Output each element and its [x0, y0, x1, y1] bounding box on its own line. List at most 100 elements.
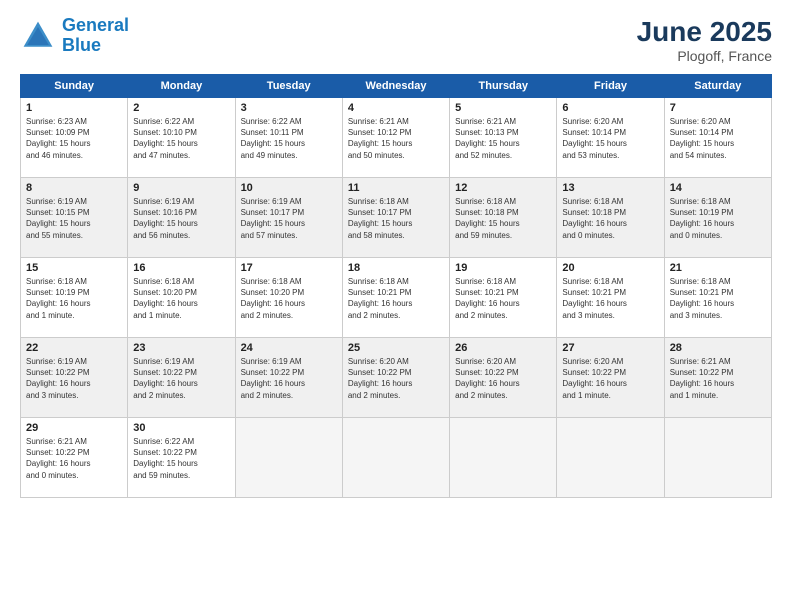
- day-number: 20: [562, 262, 658, 274]
- day-number: 11: [348, 182, 444, 194]
- logo-text: General Blue: [62, 16, 129, 56]
- day-number: 25: [348, 342, 444, 354]
- calendar-day: 19 Sunrise: 6:18 AM Sunset: 10:21 PM Dayl…: [450, 258, 557, 338]
- calendar-day: 4Sunrise: 6:21 AM Sunset: 10:12 PM Dayli…: [342, 98, 449, 178]
- day-number: 24: [241, 342, 337, 354]
- day-info: Sunrise: 6:20 AM Sunset: 10:14 PM Daylig…: [562, 116, 658, 161]
- calendar-day: [342, 418, 449, 498]
- day-info: Sunrise: 6:19 AM Sunset: 10:16 PM Daylig…: [133, 196, 229, 241]
- calendar-day: 10 Sunrise: 6:19 AM Sunset: 10:17 PM Dayl…: [235, 178, 342, 258]
- col-header-wednesday: Wednesday: [342, 75, 449, 98]
- calendar-day: 8 Sunrise: 6:19 AM Sunset: 10:15 PM Dayli…: [21, 178, 128, 258]
- day-number: 9: [133, 182, 229, 194]
- calendar-day: [664, 418, 771, 498]
- calendar-day: 27Sunrise: 6:20 AM Sunset: 10:22 PM Dayl…: [557, 338, 664, 418]
- day-number: 26: [455, 342, 551, 354]
- day-number: 12: [455, 182, 551, 194]
- day-info: Sunrise: 6:18 AM Sunset: 10:21 PM Daylig…: [670, 276, 766, 321]
- day-number: 7: [670, 102, 766, 114]
- day-info: Sunrise: 6:19 AM Sunset: 10:22 PM Daylig…: [26, 356, 122, 401]
- logo-general: General: [62, 15, 129, 35]
- day-info: Sunrise: 6:19 AM Sunset: 10:15 PM Daylig…: [26, 196, 122, 241]
- day-info: Sunrise: 6:22 AM Sunset: 10:10 PM Daylig…: [133, 116, 229, 161]
- subtitle: Plogoff, France: [637, 48, 772, 64]
- calendar-day: 3Sunrise: 6:22 AM Sunset: 10:11 PM Dayli…: [235, 98, 342, 178]
- calendar-day: 23 Sunrise: 6:19 AM Sunset: 10:22 PM Dayl…: [128, 338, 235, 418]
- day-info: Sunrise: 6:20 AM Sunset: 10:22 PM Daylig…: [455, 356, 551, 401]
- title-block: June 2025 Plogoff, France: [637, 16, 772, 64]
- calendar-day: 20 Sunrise: 6:18 AM Sunset: 10:21 PM Dayl…: [557, 258, 664, 338]
- main-title: June 2025: [637, 16, 772, 48]
- calendar-day: 1Sunrise: 6:23 AM Sunset: 10:09 PM Dayli…: [21, 98, 128, 178]
- day-number: 13: [562, 182, 658, 194]
- calendar-day: 30Sunrise: 6:22 AM Sunset: 10:22 PM Dayl…: [128, 418, 235, 498]
- calendar-day: 7 Sunrise: 6:20 AM Sunset: 10:14 PM Dayli…: [664, 98, 771, 178]
- day-number: 2: [133, 102, 229, 114]
- day-info: Sunrise: 6:20 AM Sunset: 10:22 PM Daylig…: [348, 356, 444, 401]
- col-header-saturday: Saturday: [664, 75, 771, 98]
- calendar-day: 18 Sunrise: 6:18 AM Sunset: 10:21 PM Dayl…: [342, 258, 449, 338]
- day-info: Sunrise: 6:19 AM Sunset: 10:22 PM Daylig…: [241, 356, 337, 401]
- logo-blue: Blue: [62, 35, 101, 55]
- day-info: Sunrise: 6:18 AM Sunset: 10:21 PM Daylig…: [562, 276, 658, 321]
- day-number: 10: [241, 182, 337, 194]
- calendar-day: 29 Sunrise: 6:21 AM Sunset: 10:22 PM Dayl…: [21, 418, 128, 498]
- col-header-tuesday: Tuesday: [235, 75, 342, 98]
- day-number: 1: [26, 102, 122, 114]
- calendar-day: 5 Sunrise: 6:21 AM Sunset: 10:13 PM Dayli…: [450, 98, 557, 178]
- calendar-day: 24 Sunrise: 6:19 AM Sunset: 10:22 PM Dayl…: [235, 338, 342, 418]
- day-info: Sunrise: 6:19 AM Sunset: 10:22 PM Daylig…: [133, 356, 229, 401]
- day-info: Sunrise: 6:19 AM Sunset: 10:17 PM Daylig…: [241, 196, 337, 241]
- day-number: 18: [348, 262, 444, 274]
- day-number: 17: [241, 262, 337, 274]
- header: General Blue June 2025 Plogoff, France: [20, 16, 772, 64]
- calendar-table: SundayMondayTuesdayWednesdayThursdayFrid…: [20, 74, 772, 498]
- day-info: Sunrise: 6:18 AM Sunset: 10:21 PM Daylig…: [348, 276, 444, 321]
- day-number: 6: [562, 102, 658, 114]
- day-number: 28: [670, 342, 766, 354]
- calendar-day: 15 Sunrise: 6:18 AM Sunset: 10:19 PM Dayl…: [21, 258, 128, 338]
- day-info: Sunrise: 6:18 AM Sunset: 10:18 PM Daylig…: [455, 196, 551, 241]
- day-info: Sunrise: 6:20 AM Sunset: 10:14 PM Daylig…: [670, 116, 766, 161]
- day-info: Sunrise: 6:18 AM Sunset: 10:18 PM Daylig…: [562, 196, 658, 241]
- day-number: 5: [455, 102, 551, 114]
- col-header-monday: Monday: [128, 75, 235, 98]
- day-info: Sunrise: 6:18 AM Sunset: 10:17 PM Daylig…: [348, 196, 444, 241]
- day-number: 30: [133, 422, 229, 434]
- day-number: 19: [455, 262, 551, 274]
- day-info: Sunrise: 6:21 AM Sunset: 10:22 PM Daylig…: [670, 356, 766, 401]
- calendar-day: 28 Sunrise: 6:21 AM Sunset: 10:22 PM Dayl…: [664, 338, 771, 418]
- day-number: 4: [348, 102, 444, 114]
- day-number: 21: [670, 262, 766, 274]
- calendar-day: 17 Sunrise: 6:18 AM Sunset: 10:20 PM Dayl…: [235, 258, 342, 338]
- calendar-day: [450, 418, 557, 498]
- day-info: Sunrise: 6:18 AM Sunset: 10:19 PM Daylig…: [670, 196, 766, 241]
- day-info: Sunrise: 6:21 AM Sunset: 10:22 PM Daylig…: [26, 436, 122, 481]
- day-number: 8: [26, 182, 122, 194]
- calendar-week-1: 8 Sunrise: 6:19 AM Sunset: 10:15 PM Dayli…: [21, 178, 772, 258]
- calendar-week-2: 15 Sunrise: 6:18 AM Sunset: 10:19 PM Dayl…: [21, 258, 772, 338]
- calendar-day: 11 Sunrise: 6:18 AM Sunset: 10:17 PM Dayl…: [342, 178, 449, 258]
- col-header-thursday: Thursday: [450, 75, 557, 98]
- calendar-header-row: SundayMondayTuesdayWednesdayThursdayFrid…: [21, 75, 772, 98]
- day-number: 23: [133, 342, 229, 354]
- page: General Blue June 2025 Plogoff, France S…: [0, 0, 792, 612]
- calendar-day: 2 Sunrise: 6:22 AM Sunset: 10:10 PM Dayli…: [128, 98, 235, 178]
- day-number: 15: [26, 262, 122, 274]
- day-info: Sunrise: 6:20 AM Sunset: 10:22 PM Daylig…: [562, 356, 658, 401]
- day-number: 29: [26, 422, 122, 434]
- day-info: Sunrise: 6:18 AM Sunset: 10:20 PM Daylig…: [133, 276, 229, 321]
- day-number: 14: [670, 182, 766, 194]
- day-info: Sunrise: 6:21 AM Sunset: 10:13 PM Daylig…: [455, 116, 551, 161]
- day-info: Sunrise: 6:18 AM Sunset: 10:20 PM Daylig…: [241, 276, 337, 321]
- calendar-day: 26 Sunrise: 6:20 AM Sunset: 10:22 PM Dayl…: [450, 338, 557, 418]
- day-info: Sunrise: 6:18 AM Sunset: 10:19 PM Daylig…: [26, 276, 122, 321]
- col-header-sunday: Sunday: [21, 75, 128, 98]
- calendar-day: 13 Sunrise: 6:18 AM Sunset: 10:18 PM Dayl…: [557, 178, 664, 258]
- logo: General Blue: [20, 16, 129, 56]
- calendar-day: 16Sunrise: 6:18 AM Sunset: 10:20 PM Dayl…: [128, 258, 235, 338]
- day-number: 22: [26, 342, 122, 354]
- calendar-day: 14 Sunrise: 6:18 AM Sunset: 10:19 PM Dayl…: [664, 178, 771, 258]
- calendar-day: 21 Sunrise: 6:18 AM Sunset: 10:21 PM Dayl…: [664, 258, 771, 338]
- day-info: Sunrise: 6:18 AM Sunset: 10:21 PM Daylig…: [455, 276, 551, 321]
